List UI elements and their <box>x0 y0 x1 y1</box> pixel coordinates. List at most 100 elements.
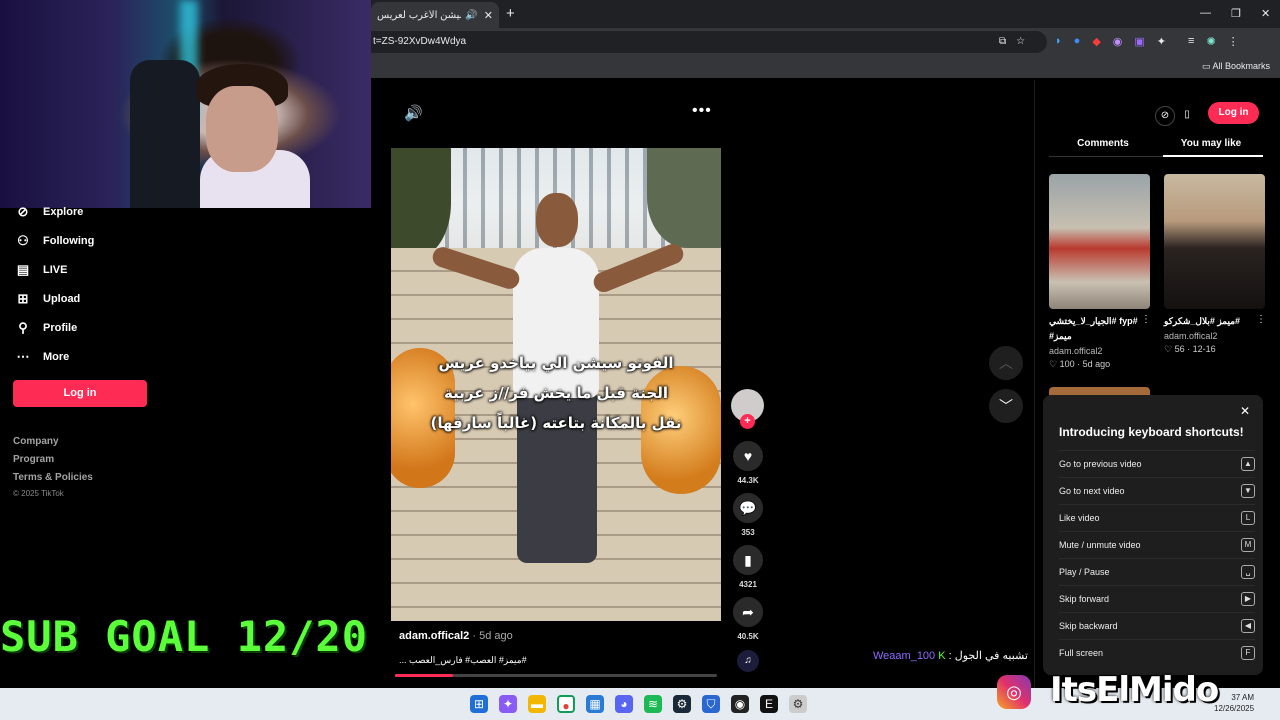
folder-icon[interactable]: ▬ <box>528 695 546 713</box>
close-icon[interactable]: ✕ <box>1240 404 1250 418</box>
volume-icon[interactable]: 🔊 <box>404 104 423 122</box>
comment-button[interactable]: 💬 <box>733 493 763 523</box>
extension-icon[interactable]: ◉ <box>1113 35 1123 48</box>
footer-link-program[interactable]: Program <box>13 454 54 465</box>
suggestion-author[interactable]: adam.offical2 <box>1164 331 1217 341</box>
more-options-icon[interactable]: ⋮ <box>1256 314 1266 325</box>
settings-icon[interactable]: ⚙ <box>789 695 807 713</box>
extension-icon[interactable]: ✺ <box>1206 35 1215 48</box>
instagram-icon: ◎ <box>997 675 1031 709</box>
clock[interactable]: 37 AM 12/26/2025 <box>1214 692 1254 714</box>
footer-link-company[interactable]: Company <box>13 436 59 447</box>
tv-icon: ▤ <box>16 262 30 277</box>
epic-games-icon[interactable]: E <box>760 695 778 713</box>
all-bookmarks[interactable]: ▭ All Bookmarks <box>1202 61 1270 72</box>
compass-icon[interactable]: ⊘ <box>1155 106 1175 126</box>
puzzle-icon[interactable]: ✦ <box>1157 35 1166 48</box>
chat-message: تشبيه في الجول : Weaam_100 K <box>873 650 1028 662</box>
arrow-down-key-icon: ▼ <box>1241 484 1255 498</box>
store-icon[interactable]: ▦ <box>586 695 604 713</box>
more-options-icon[interactable]: ••• <box>692 102 712 120</box>
previous-video-button[interactable]: ︿ <box>989 346 1023 380</box>
shortcut-row: Full screen F <box>1059 639 1255 665</box>
suggestion-meta: ♡ 56 · 12-16 <box>1164 344 1216 354</box>
extension-icon[interactable]: ◗ <box>1055 35 1062 48</box>
music-disc-icon[interactable]: ♫ <box>737 650 759 672</box>
bookmark-icon: ▮ <box>744 552 752 568</box>
video-author[interactable]: adam.offical2 · 5d ago <box>399 630 513 642</box>
url-input[interactable]: t=ZS-92XvDw4Wdya <box>371 31 1047 53</box>
tab-comments[interactable]: Comments <box>1049 138 1157 149</box>
media-icon[interactable]: ≡ <box>1188 35 1194 48</box>
star-icon[interactable]: ☆ <box>1016 36 1025 47</box>
tab-title: الفوتو سيشن الأغرب لعريس <box>377 9 461 21</box>
copyright: © 2025 TikTok <box>13 489 64 498</box>
sidebar-item-live[interactable]: ▤ LIVE <box>15 262 68 278</box>
video-player[interactable]: الفوتو سيشن الي بياخدو عريس الجنة قبل ما… <box>391 148 721 621</box>
suggestion-author[interactable]: adam.offical2 <box>1049 346 1102 356</box>
streamer-brand: ItsElMido <box>1050 670 1219 710</box>
shortcut-label: Like video <box>1059 513 1100 523</box>
browser-tab[interactable]: الفوتو سيشن الأغرب لعريس 🔊 ✕ <box>371 2 499 28</box>
browser-tab-bar: الفوتو سيشن الأغرب لعريس 🔊 ✕ + — ❐ ✕ <box>371 0 1280 28</box>
sidebar-item-explore[interactable]: ⊘ Explore <box>15 204 84 220</box>
chevron-up-icon: ︿ <box>999 355 1013 371</box>
tab-you-may-like[interactable]: You may like <box>1157 138 1265 149</box>
extension-icon[interactable]: ◆ <box>1092 35 1100 48</box>
next-video-button[interactable]: ﹀ <box>989 389 1023 423</box>
discord-icon[interactable]: ◕ <box>615 695 633 713</box>
footer-link-terms[interactable]: Terms & Policies <box>13 472 93 483</box>
obs-icon[interactable]: ◉ <box>731 695 749 713</box>
sub-goal-overlay: SUB GOAL 12/20 <box>0 612 369 661</box>
post-time: 5d ago <box>479 630 513 642</box>
suggestion-title-2[interactable]: #ميمز <box>1049 330 1089 342</box>
suggestion-title[interactable]: #fyp #الجيار_لا_يختشي <box>1049 315 1149 327</box>
suggested-video-thumbnail[interactable] <box>1049 174 1150 309</box>
extension-icon[interactable]: ● <box>1074 35 1081 48</box>
suggestion-title[interactable]: #ميمز #بلال_شكركو <box>1164 315 1264 327</box>
sidebar-item-more[interactable]: ⋯ More <box>15 349 70 365</box>
shortcut-label: Skip forward <box>1059 594 1110 604</box>
like-button[interactable]: ♥ <box>733 441 763 471</box>
twitch-icon[interactable]: ▣ <box>1134 35 1144 48</box>
follow-plus-icon[interactable]: + <box>740 414 755 429</box>
close-window-icon[interactable]: ✕ <box>1261 7 1270 20</box>
address-bar-row: t=ZS-92XvDw4Wdya ⧉ ☆ ◗ ● ◆ ◉ ▣ ✦ ≡ ✺ ⋮ <box>371 28 1280 56</box>
video-caption-line: الفوتو سيشن الي بياخدو عريس <box>438 354 674 372</box>
restore-icon[interactable]: ❐ <box>1231 7 1241 20</box>
video-progress-bar[interactable] <box>395 674 717 677</box>
chrome-icon[interactable]: ● <box>557 695 575 713</box>
share-button[interactable]: ➦ <box>733 597 763 627</box>
space-key-icon: ␣ <box>1241 565 1255 579</box>
sidebar-item-upload[interactable]: ⊞ Upload <box>15 291 81 307</box>
speaker-icon[interactable]: 🔊 <box>465 10 477 21</box>
shortcut-row: Like video L <box>1059 504 1255 530</box>
copilot-icon[interactable]: ✦ <box>499 695 517 713</box>
new-tab-icon[interactable]: + <box>506 5 515 22</box>
kebab-menu-icon[interactable]: ⋮ <box>1228 35 1239 48</box>
save-button[interactable]: ▮ <box>733 545 763 575</box>
header-login-button[interactable]: Log in <box>1208 102 1259 124</box>
phone-icon[interactable]: ▯ <box>1177 106 1197 126</box>
heart-icon: ♥ <box>743 448 753 464</box>
minimize-icon[interactable]: — <box>1200 7 1211 19</box>
save-count: 4321 <box>739 580 757 589</box>
sidebar-item-profile[interactable]: ⚲ Profile <box>15 320 77 336</box>
shortcut-label: Mute / unmute video <box>1059 540 1141 550</box>
more-options-icon[interactable]: ⋮ <box>1141 314 1151 325</box>
suggested-video-thumbnail[interactable] <box>1164 174 1265 309</box>
shield-icon[interactable]: ⛉ <box>702 695 720 713</box>
person-icon: ⚲ <box>18 320 28 335</box>
popup-title: Introducing keyboard shortcuts! <box>1059 425 1244 439</box>
sidebar-item-following[interactable]: ⚇ Following <box>15 233 94 249</box>
steam-icon[interactable]: ⚙ <box>673 695 691 713</box>
video-hashtags[interactable]: ... ميمز# العصب# فارس_العصب# <box>399 655 527 666</box>
arrow-right-key-icon: ▶ <box>1241 592 1255 606</box>
login-button[interactable]: Log in <box>13 380 147 407</box>
keyboard-shortcuts-popup: ✕ Introducing keyboard shortcuts! Go to … <box>1043 395 1263 675</box>
install-icon[interactable]: ⧉ <box>999 36 1006 47</box>
shortcut-row: Go to next video ▼ <box>1059 477 1255 503</box>
windows-start-icon[interactable]: ⊞ <box>470 695 488 713</box>
spotify-icon[interactable]: ≋ <box>644 695 662 713</box>
close-icon[interactable]: ✕ <box>484 9 493 22</box>
